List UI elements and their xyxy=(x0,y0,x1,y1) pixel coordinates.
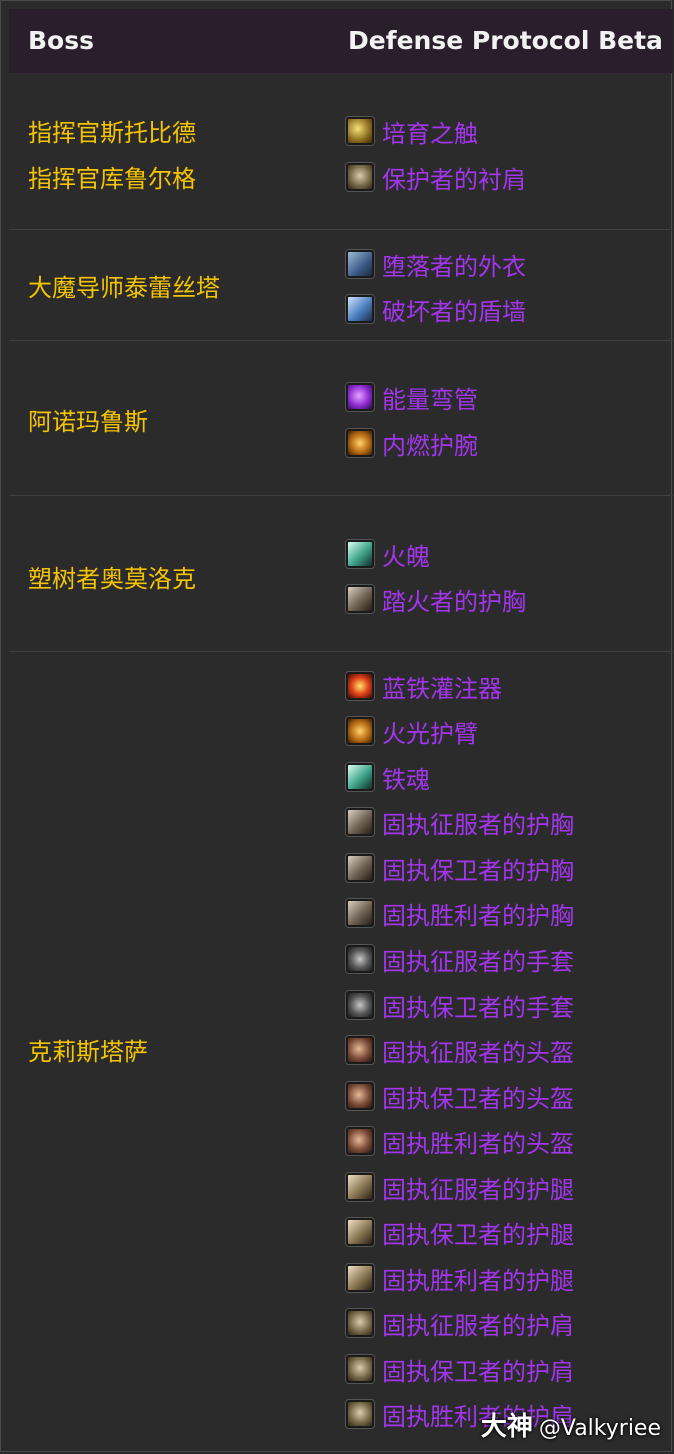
loot-item[interactable]: 铁魂 xyxy=(346,760,430,795)
row-divider xyxy=(9,651,673,652)
loot-item-name[interactable]: 培育之触 xyxy=(382,114,478,149)
robe-icon xyxy=(346,250,374,278)
chest-icon xyxy=(346,585,374,613)
row-divider xyxy=(9,340,673,341)
loot-item[interactable]: 固执征服者的手套 xyxy=(346,942,574,977)
boss-name[interactable]: 指挥官斯托比德 xyxy=(28,113,196,148)
shield-icon xyxy=(346,295,374,323)
orb-icon xyxy=(346,383,374,411)
fire-orb-icon xyxy=(346,672,374,700)
loot-item[interactable]: 内燃护腕 xyxy=(346,426,478,461)
loot-item[interactable]: 固执保卫者的护肩 xyxy=(346,1352,574,1387)
loot-item[interactable]: 火光护臂 xyxy=(346,714,478,749)
shoulder-icon xyxy=(346,1355,374,1383)
legs-icon xyxy=(346,1264,374,1292)
loot-item[interactable]: 保护者的衬肩 xyxy=(346,160,526,195)
loot-item[interactable]: 培育之触 xyxy=(346,114,478,149)
row-divider xyxy=(9,495,673,496)
loot-item-name[interactable]: 固执保卫者的手套 xyxy=(382,988,574,1023)
loot-item-name[interactable]: 内燃护腕 xyxy=(382,426,478,461)
boss-name[interactable]: 塑树者奥莫洛克 xyxy=(28,559,196,594)
loot-item-name[interactable]: 保护者的衬肩 xyxy=(382,160,526,195)
row-divider xyxy=(9,229,673,230)
dagger-icon xyxy=(346,540,374,568)
shoulder-icon xyxy=(346,1400,374,1428)
loot-item[interactable]: 能量弯管 xyxy=(346,380,478,415)
table-header: Boss Defense Protocol Beta xyxy=(9,9,673,73)
chest-icon xyxy=(346,899,374,927)
dagger-icon xyxy=(346,763,374,791)
loot-item[interactable]: 固执保卫者的手套 xyxy=(346,988,574,1023)
loot-item-name[interactable]: 踏火者的护胸 xyxy=(382,582,526,617)
loot-item[interactable]: 蓝铁灌注器 xyxy=(346,669,502,704)
loot-item-name[interactable]: 固执征服者的护腿 xyxy=(382,1170,574,1205)
gloves-icon xyxy=(346,991,374,1019)
chest-icon xyxy=(346,808,374,836)
bracer-icon xyxy=(346,429,374,457)
loot-item[interactable]: 固执征服者的护肩 xyxy=(346,1306,574,1341)
loot-table: Boss Defense Protocol Beta 指挥官斯托比德 指挥官库鲁… xyxy=(0,0,673,1452)
gloves-icon xyxy=(346,945,374,973)
boss-name[interactable]: 克莉斯塔萨 xyxy=(28,1032,148,1067)
loot-item[interactable]: 固执保卫者的护腿 xyxy=(346,1215,574,1250)
loot-item[interactable]: 固执胜利者的头盔 xyxy=(346,1124,574,1159)
loot-item-name[interactable]: 固执征服者的护胸 xyxy=(382,805,574,840)
loot-item[interactable]: 固执征服者的护腿 xyxy=(346,1170,574,1205)
loot-item-name[interactable]: 固执胜利者的护胸 xyxy=(382,896,574,931)
loot-item-name[interactable]: 火魄 xyxy=(382,537,430,572)
loot-item[interactable]: 固执征服者的头盔 xyxy=(346,1033,574,1068)
watermark-handle: @Valkyriee xyxy=(538,1416,661,1441)
helm-icon xyxy=(346,1082,374,1110)
boss-column-header: Boss xyxy=(28,26,94,55)
loot-item-name[interactable]: 能量弯管 xyxy=(382,380,478,415)
loot-item-name[interactable]: 固执保卫者的护腿 xyxy=(382,1215,574,1250)
shoulder-icon xyxy=(346,163,374,191)
shoulder-icon xyxy=(346,1309,374,1337)
loot-item-name[interactable]: 固执征服者的护肩 xyxy=(382,1306,574,1341)
loot-item-name[interactable]: 铁魂 xyxy=(382,760,430,795)
loot-column-header: Defense Protocol Beta xyxy=(348,26,663,55)
loot-item[interactable]: 堕落者的外衣 xyxy=(346,247,526,282)
loot-item[interactable]: 破坏者的盾墙 xyxy=(346,292,526,327)
loot-item[interactable]: 固执保卫者的护胸 xyxy=(346,851,574,886)
loot-item[interactable]: 固执保卫者的头盔 xyxy=(346,1079,574,1114)
boss-name[interactable]: 指挥官库鲁尔格 xyxy=(28,159,196,194)
boss-name[interactable]: 大魔导师泰蕾丝塔 xyxy=(28,268,220,303)
loot-item-name[interactable]: 固执征服者的手套 xyxy=(382,942,574,977)
loot-item[interactable]: 踏火者的护胸 xyxy=(346,582,526,617)
bracer-icon xyxy=(346,717,374,745)
legs-icon xyxy=(346,1218,374,1246)
watermark-logo: 大神 xyxy=(480,1412,533,1442)
loot-item-name[interactable]: 破坏者的盾墙 xyxy=(382,292,526,327)
loot-item-name[interactable]: 蓝铁灌注器 xyxy=(382,669,502,704)
loot-item-name[interactable]: 固执征服者的头盔 xyxy=(382,1033,574,1068)
boss-name[interactable]: 阿诺玛鲁斯 xyxy=(28,402,148,437)
loot-item-name[interactable]: 固执保卫者的头盔 xyxy=(382,1079,574,1114)
loot-item-name[interactable]: 火光护臂 xyxy=(382,714,478,749)
rune-icon xyxy=(346,117,374,145)
helm-icon xyxy=(346,1036,374,1064)
loot-item-name[interactable]: 堕落者的外衣 xyxy=(382,247,526,282)
loot-item-name[interactable]: 固执胜利者的头盔 xyxy=(382,1124,574,1159)
helm-icon xyxy=(346,1127,374,1155)
chest-icon xyxy=(346,854,374,882)
loot-item-name[interactable]: 固执胜利者的护腿 xyxy=(382,1261,574,1296)
watermark: 大神 @Valkyriee xyxy=(481,1406,661,1443)
loot-item[interactable]: 固执征服者的护胸 xyxy=(346,805,574,840)
loot-item-name[interactable]: 固执保卫者的护肩 xyxy=(382,1352,574,1387)
loot-item[interactable]: 固执胜利者的护腿 xyxy=(346,1261,574,1296)
loot-item[interactable]: 火魄 xyxy=(346,537,430,572)
legs-icon xyxy=(346,1173,374,1201)
loot-item-name[interactable]: 固执保卫者的护胸 xyxy=(382,851,574,886)
loot-item[interactable]: 固执胜利者的护胸 xyxy=(346,896,574,931)
